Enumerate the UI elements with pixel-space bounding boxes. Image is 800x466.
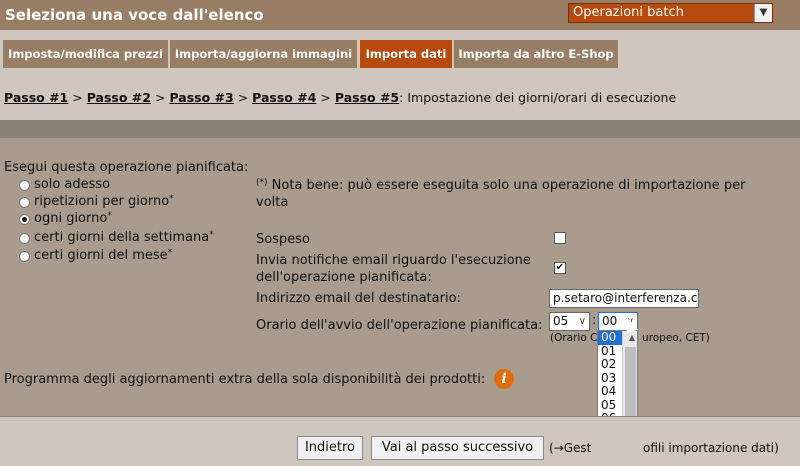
- tab-importa-immagini[interactable]: Importa/aggiorna immagini: [170, 40, 357, 68]
- radio-ogni-giorno[interactable]: [19, 214, 30, 225]
- minute-option[interactable]: 05: [598, 398, 622, 413]
- email-label: Indirizzo email del destinatario:: [256, 291, 461, 306]
- time-label: Orario dell'avvio dell'operazione pianif…: [256, 318, 543, 333]
- breadcrumb-separator: >: [320, 90, 331, 105]
- step-1-link[interactable]: Passo #1: [4, 90, 68, 105]
- step-bar: Passo #1 > Passo #2 > Passo #3 > Passo #…: [0, 70, 800, 120]
- schedule-note-cont: volta: [256, 195, 289, 210]
- breadcrumb-separator: >: [72, 90, 83, 105]
- radio-label-giorni-mese: certi giorni del mese*: [34, 248, 173, 263]
- operation-type-value: Operazioni batch: [573, 5, 684, 20]
- tab-importa-dati[interactable]: Importa dati: [360, 40, 452, 68]
- suspended-label: Sospeso: [256, 232, 310, 247]
- schedule-heading: Esegui questa operazione pianificata:: [4, 160, 249, 175]
- profiles-link-right[interactable]: ofili importazione dati): [643, 441, 779, 455]
- email-field[interactable]: p.setaro@interferenza.c: [549, 289, 699, 308]
- chevron-down-icon: ∨: [578, 316, 586, 327]
- step-5-link[interactable]: Passo #5: [335, 90, 399, 105]
- scroll-up-icon[interactable]: ▲: [629, 333, 635, 342]
- chevron-down-icon[interactable]: ▼: [754, 4, 772, 22]
- tab-importa-eshop[interactable]: Importa da altro E-Shop: [454, 40, 618, 68]
- tab-imposta-prezzi[interactable]: Imposta/modifica prezzi: [3, 40, 168, 68]
- schedule-note: (*) Nota bene: può essere eseguita solo …: [256, 178, 746, 193]
- current-step-title: : Impostazione dei giorni/orari di esecu…: [399, 90, 677, 105]
- hour-value: 05: [553, 314, 569, 328]
- radio-label-giorni-settimana: certi giorni della settimana*: [34, 230, 214, 245]
- hour-select[interactable]: 05 ∨: [549, 312, 590, 331]
- tab-label: Importa/aggiorna immagini: [174, 47, 353, 61]
- tab-label: Importa da altro E-Shop: [458, 47, 614, 61]
- time-separator: :: [592, 313, 597, 328]
- minute-option[interactable]: 01: [598, 344, 622, 359]
- radio-label-solo-adesso: solo adesso: [34, 177, 111, 192]
- tab-label: Imposta/modifica prezzi: [8, 47, 163, 61]
- timezone-note-right: uropeo, CET): [642, 332, 710, 344]
- notify-label: Invia notifiche email riguardo l'esecuzi…: [256, 253, 531, 268]
- minute-option[interactable]: 04: [598, 384, 622, 399]
- radio-label-ogni-giorno: ogni giorno*: [34, 211, 112, 226]
- timezone-note-left: (Orario C: [550, 332, 598, 344]
- step-4-link[interactable]: Passo #4: [252, 90, 316, 105]
- profiles-link-left[interactable]: (→Gest: [549, 441, 591, 455]
- back-button[interactable]: Indietro: [297, 436, 363, 460]
- top-header: Seleziona una voce dall'elenco Operazion…: [0, 0, 800, 30]
- info-icon[interactable]: i: [494, 369, 514, 389]
- minute-option[interactable]: 03: [598, 371, 622, 386]
- radio-solo-adesso[interactable]: [19, 180, 30, 191]
- next-step-button[interactable]: Vai al passo successivo: [371, 436, 544, 460]
- breadcrumb: Passo #1 > Passo #2 > Passo #3 > Passo #…: [4, 90, 676, 105]
- tab-strip: Imposta/modifica prezzi Importa/aggiorna…: [0, 30, 800, 70]
- radio-label-ripetizioni: ripetizioni per giorno*: [34, 194, 174, 209]
- breadcrumb-separator: >: [237, 90, 249, 105]
- radio-giorni-settimana[interactable]: [19, 233, 30, 244]
- scrollbar-thumb[interactable]: [625, 347, 636, 417]
- notify-checkbox[interactable]: ✔: [554, 262, 566, 274]
- page-title: Seleziona una voce dall'elenco: [5, 6, 264, 24]
- notify-label-cont: dell'operazione pianificata:: [256, 270, 432, 285]
- radio-ripetizioni[interactable]: [19, 197, 30, 208]
- extra-updates-label: Programma degli aggiornamenti extra dell…: [4, 372, 486, 387]
- radio-giorni-mese[interactable]: [19, 251, 30, 262]
- minute-option[interactable]: 02: [598, 357, 622, 372]
- step-3-link[interactable]: Passo #3: [169, 90, 233, 105]
- suspended-checkbox[interactable]: [554, 232, 566, 244]
- section-divider: [0, 120, 800, 138]
- operation-type-select[interactable]: Operazioni batch ▼: [568, 3, 773, 23]
- tab-label: Importa dati: [365, 47, 447, 61]
- minute-value: 00: [602, 314, 618, 328]
- breadcrumb-separator: >: [154, 90, 166, 105]
- minute-option[interactable]: 00: [598, 331, 622, 345]
- step-2-link[interactable]: Passo #2: [87, 90, 151, 105]
